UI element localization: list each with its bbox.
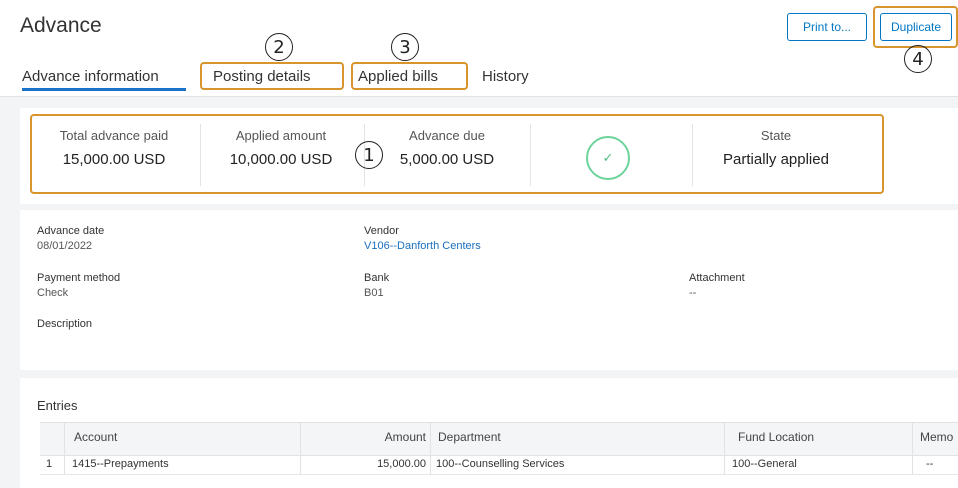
advance-date-value: 08/01/2022: [37, 240, 93, 252]
row-amount: 15,000.00: [377, 458, 426, 470]
callout-number-3: 3: [391, 33, 419, 61]
callout-number-2: 2: [265, 33, 293, 61]
row-number: 1: [46, 458, 53, 470]
row-fund-location: 100--General: [732, 458, 797, 470]
advance-details-card: [20, 210, 958, 370]
tab-advance-information[interactable]: Advance information: [22, 68, 159, 85]
column-header-fund-location[interactable]: Fund Location: [738, 430, 814, 444]
callout-box-posting-details: [200, 62, 344, 90]
row-account: 1415--Prepayments: [72, 458, 169, 470]
vendor-link[interactable]: V106--Danforth Centers: [364, 240, 481, 252]
description-label: Description: [37, 318, 93, 330]
callout-box-applied-bills: [351, 62, 468, 90]
callout-number-1: 1: [355, 141, 383, 169]
attachment-label: Attachment: [689, 272, 745, 284]
attachment-value: --: [689, 287, 697, 299]
tab-history[interactable]: History: [482, 68, 529, 85]
payment-method-label: Payment method: [37, 272, 121, 284]
callout-box-summary: [30, 114, 884, 194]
row-memo: --: [926, 458, 934, 470]
column-header-memo[interactable]: Memo: [920, 430, 958, 444]
entries-title: Entries: [37, 398, 78, 413]
vendor-label: Vendor: [364, 225, 399, 237]
payment-method-value: Check: [37, 287, 69, 299]
bank-value: B01: [364, 287, 384, 299]
callout-number-4: 4: [904, 45, 932, 73]
advance-date-label: Advance date: [37, 225, 105, 237]
row-department: 100--Counselling Services: [436, 458, 565, 470]
page-title: Advance: [20, 14, 102, 37]
column-header-amount[interactable]: Amount: [300, 430, 426, 444]
bank-label: Bank: [364, 272, 390, 284]
active-tab-indicator: [22, 88, 186, 91]
print-to-button[interactable]: Print to...: [787, 13, 867, 41]
column-header-account[interactable]: Account: [74, 430, 117, 444]
callout-box-duplicate: [873, 6, 958, 48]
column-header-department[interactable]: Department: [438, 430, 501, 444]
